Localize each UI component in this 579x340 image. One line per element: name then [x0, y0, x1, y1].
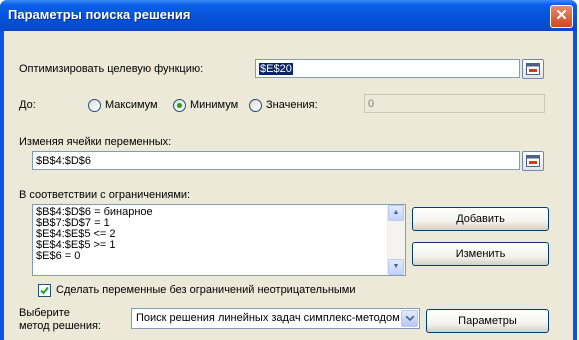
goal-max-label: Максимум: [105, 99, 158, 111]
goal-label: До:: [19, 99, 36, 111]
goal-max-radio[interactable]: [88, 99, 101, 112]
chevron-down-icon[interactable]: [401, 310, 418, 327]
objective-input[interactable]: $E$20: [255, 59, 520, 78]
goal-min-label: Минимум: [190, 99, 239, 111]
goal-value-input[interactable]: 0: [364, 94, 545, 113]
objective-value: $E$20: [259, 63, 293, 75]
objective-ref-button[interactable]: [522, 59, 544, 79]
checkmark-icon: [40, 286, 49, 295]
change-constraint-button[interactable]: Изменить: [412, 242, 549, 266]
list-item[interactable]: $E$4:$E$5 >= 1: [33, 240, 405, 251]
variables-ref-button[interactable]: [522, 151, 544, 171]
solver-dialog: Параметры поиска решения ✕ Оптимизироват…: [0, 0, 577, 340]
close-button[interactable]: ✕: [550, 5, 573, 28]
scroll-down-icon[interactable]: ▼: [388, 259, 404, 275]
dialog-body: Оптимизировать целевую функцию: $E$20 До…: [4, 31, 573, 340]
list-item[interactable]: $E$6 = 0: [33, 251, 405, 262]
collapse-range-icon: [526, 155, 540, 167]
nonnegative-checkbox[interactable]: [38, 284, 51, 297]
close-icon: ✕: [555, 7, 568, 24]
goal-value-label: Значения:: [266, 99, 318, 111]
method-select[interactable]: Поиск решения линейных задач симплекс-ме…: [131, 308, 420, 329]
constraints-scrollbar[interactable]: ▲ ▼: [387, 205, 405, 275]
goal-min-radio[interactable]: [173, 99, 186, 112]
radio-selected-dot: [177, 103, 182, 108]
collapse-range-icon: [526, 63, 540, 75]
constraints-list[interactable]: $B$4:$D$6 = бинарное $B$7:$D$7 = 1 $E$4:…: [32, 204, 406, 276]
method-label-line2: метод решения:: [19, 320, 101, 332]
method-selected-value: Поиск решения линейных задач симплекс-ме…: [136, 312, 400, 324]
variables-label: Изменяя ячейки переменных:: [19, 136, 172, 148]
method-label-line1: Выберите: [19, 307, 70, 319]
objective-label: Оптимизировать целевую функцию:: [19, 63, 204, 75]
goal-value-radio[interactable]: [249, 99, 262, 112]
method-options-button[interactable]: Параметры: [426, 309, 549, 333]
add-constraint-button[interactable]: Добавить: [412, 207, 549, 231]
title-bar[interactable]: Параметры поиска решения ✕: [0, 0, 577, 31]
constraints-label: В соответствии с ограничениями:: [19, 189, 191, 201]
window-title: Параметры поиска решения: [8, 7, 191, 22]
variables-input[interactable]: $B$4:$D$6: [32, 151, 520, 170]
nonnegative-label: Сделать переменные без ограничений неотр…: [56, 284, 356, 296]
scroll-up-icon[interactable]: ▲: [388, 205, 404, 221]
